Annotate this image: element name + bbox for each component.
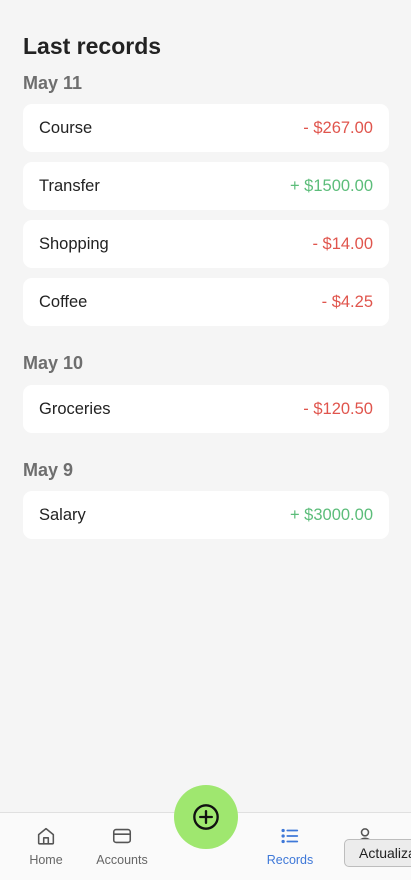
record-name: Groceries — [39, 399, 111, 418]
record-amount: - $14.00 — [312, 234, 373, 253]
card-icon — [112, 828, 132, 844]
nav-label-accounts: Accounts — [96, 853, 148, 867]
record-transfer[interactable]: Transfer + $1500.00 — [23, 162, 389, 210]
records-screen: Last records May 11 Course - $267.00 Tra… — [0, 0, 411, 880]
home-icon — [37, 827, 55, 845]
nav-item-accounts[interactable]: Accounts — [88, 813, 156, 880]
record-group-may-9: May 9 Salary + $3000.00 — [23, 458, 389, 539]
record-group-may-11: May 11 Course - $267.00 Transfer + $1500… — [23, 71, 389, 326]
record-amount: - $120.50 — [303, 399, 373, 418]
record-amount: - $4.25 — [321, 292, 373, 311]
record-shopping[interactable]: Shopping - $14.00 — [23, 220, 389, 268]
record-name: Coffee — [39, 292, 88, 311]
group-date: May 9 — [23, 460, 74, 480]
record-name: Shopping — [39, 234, 109, 253]
record-amount: + $1500.00 — [289, 176, 373, 195]
add-record-button[interactable] — [174, 785, 238, 849]
record-group-may-10: May 10 Groceries - $120.50 — [23, 351, 389, 433]
group-date: May 11 — [23, 73, 83, 93]
group-date: May 10 — [23, 353, 84, 373]
nav-label-home: Home — [29, 853, 63, 867]
record-name: Course — [39, 118, 93, 137]
record-amount: + $3000.00 — [289, 505, 373, 524]
record-groceries[interactable]: Groceries - $120.50 — [23, 385, 389, 433]
page-title: Last records — [23, 33, 162, 59]
record-coffee[interactable]: Coffee - $4.25 — [23, 278, 389, 326]
records-content: Last records May 11 Course - $267.00 Tra… — [23, 31, 389, 549]
list-icon — [281, 828, 299, 844]
record-course[interactable]: Course - $267.00 — [23, 104, 389, 152]
nav-label-records: Records — [266, 853, 314, 867]
record-name: Transfer — [39, 176, 100, 195]
tooltip: Actualiza — [344, 839, 411, 867]
record-name: Salary — [39, 505, 86, 524]
plus-circle-icon — [193, 804, 219, 830]
nav-item-records[interactable]: Records — [262, 813, 318, 880]
nav-item-home[interactable]: Home — [18, 813, 74, 880]
record-salary[interactable]: Salary + $3000.00 — [23, 491, 389, 539]
record-amount: - $267.00 — [303, 118, 373, 137]
